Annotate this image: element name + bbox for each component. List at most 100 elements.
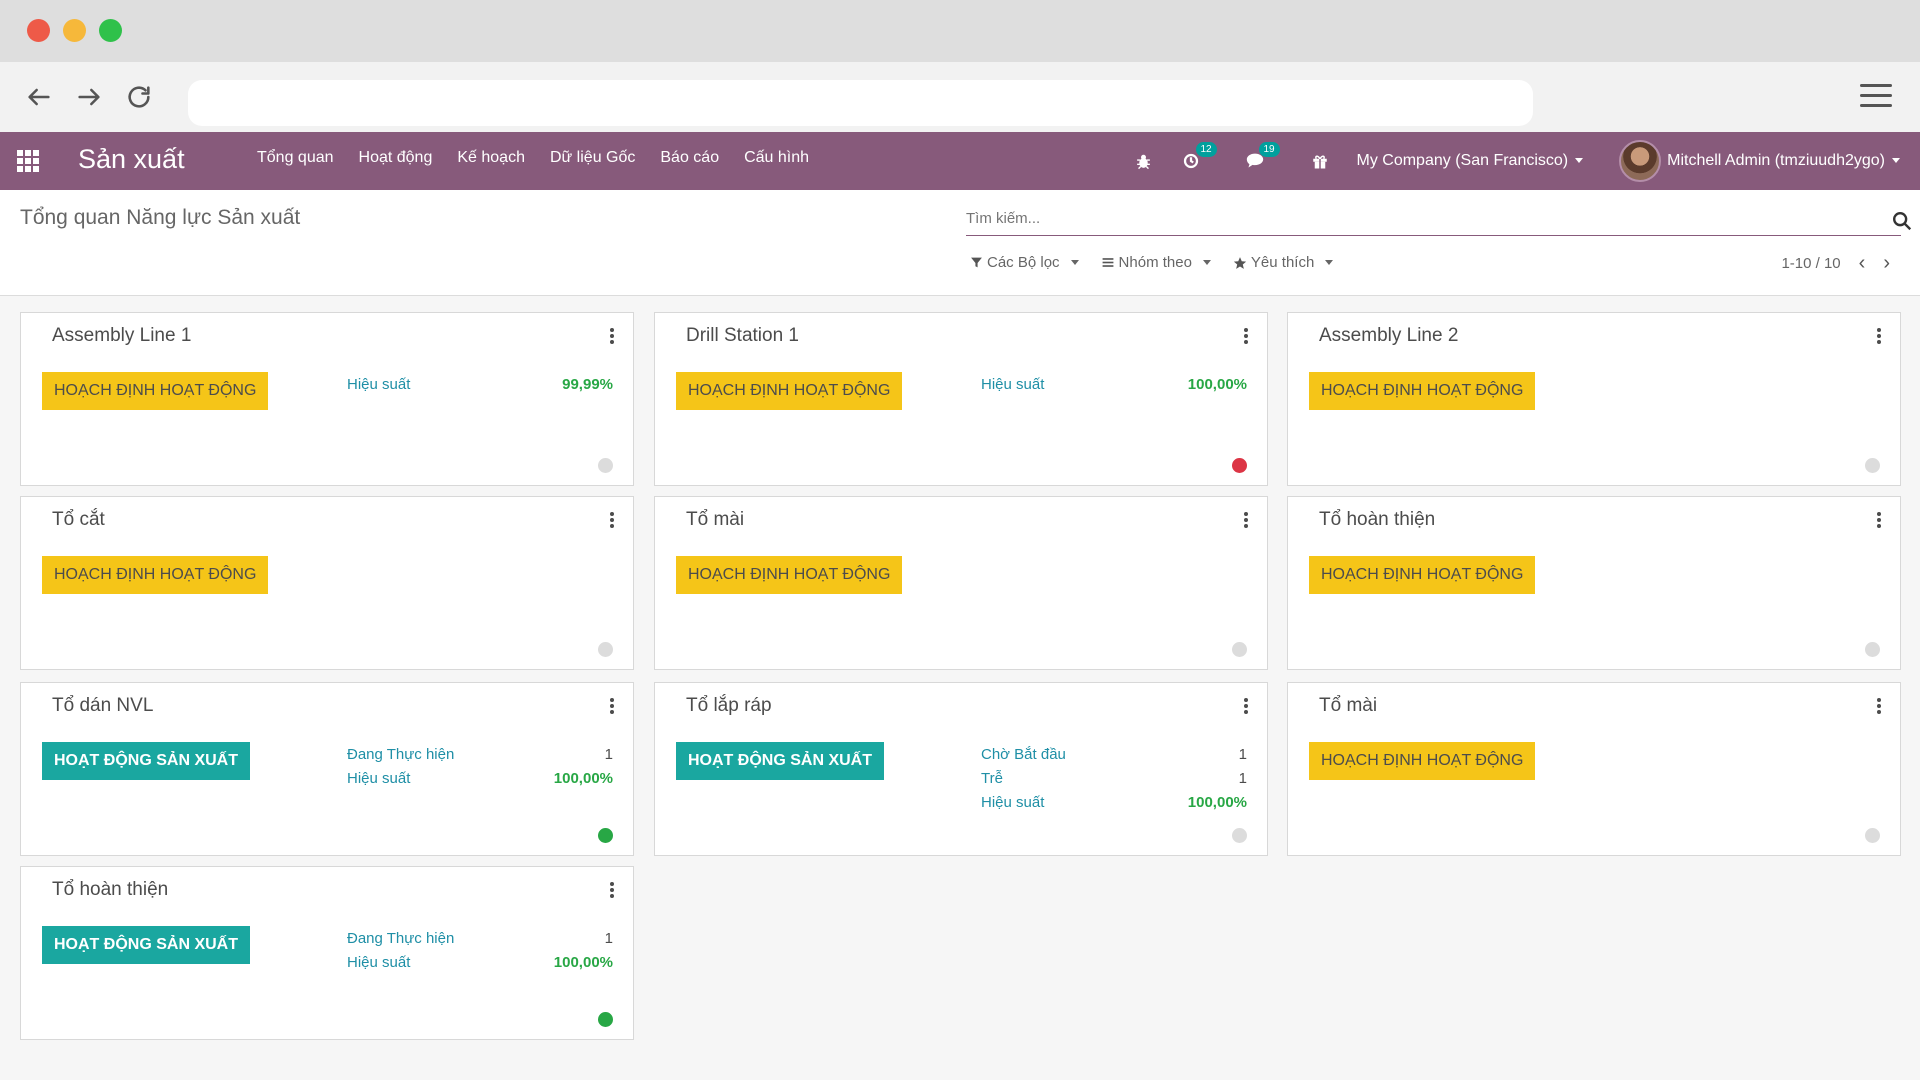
user-menu[interactable]: Mitchell Admin (tmziuudh2ygo) — [1667, 152, 1900, 170]
menu-item-reporting[interactable]: Báo cáo — [660, 149, 719, 167]
status-indicator[interactable] — [598, 1012, 613, 1027]
stat-row[interactable]: Hiệu suất 100,00% — [981, 373, 1247, 397]
group-by-dropdown[interactable]: Nhóm theo — [1101, 254, 1211, 271]
more-options-icon[interactable] — [1244, 698, 1248, 714]
workcenter-title[interactable]: Assembly Line 1 — [52, 325, 191, 347]
stat-row[interactable]: Hiệu suất 100,00% — [347, 951, 613, 975]
workcenter-title[interactable]: Tổ hoàn thiện — [1319, 509, 1435, 531]
more-options-icon[interactable] — [1244, 328, 1248, 344]
status-indicator[interactable] — [598, 642, 613, 657]
stat-row[interactable]: Trễ 1 — [981, 767, 1247, 791]
stat-label[interactable]: Hiệu suất — [981, 373, 1044, 397]
more-options-icon[interactable] — [610, 882, 614, 898]
minimize-window-button[interactable] — [63, 19, 86, 42]
stat-row[interactable]: Chờ Bắt đầu 1 — [981, 743, 1247, 767]
stat-label[interactable]: Hiệu suất — [347, 767, 410, 791]
messages-chat-icon[interactable]: 19 — [1245, 142, 1280, 170]
menu-item-operations[interactable]: Hoạt động — [359, 149, 433, 167]
stat-label[interactable]: Hiệu suất — [981, 791, 1044, 815]
production-activity-button[interactable]: HOẠT ĐỘNG SẢN XUẤT — [676, 742, 884, 780]
more-options-icon[interactable] — [1244, 512, 1248, 528]
more-options-icon[interactable] — [610, 698, 614, 714]
gift-icon[interactable] — [1311, 152, 1329, 170]
more-options-icon[interactable] — [1877, 328, 1881, 344]
plan-activity-button[interactable]: HOẠCH ĐỊNH HOẠT ĐỘNG — [676, 372, 903, 410]
plan-activity-button[interactable]: HOẠCH ĐỊNH HOẠT ĐỘNG — [1309, 556, 1536, 594]
chevron-down-icon — [1575, 158, 1584, 164]
stat-label[interactable]: Đang Thực hiện — [347, 743, 454, 767]
search-input[interactable] — [966, 210, 1866, 227]
forward-arrow-icon[interactable] — [71, 79, 107, 115]
plan-activity-button[interactable]: HOẠCH ĐỊNH HOẠT ĐỘNG — [676, 556, 903, 594]
workcenter-card[interactable]: Assembly Line 2 HOẠCH ĐỊNH HOẠT ĐỘNG — [1287, 312, 1901, 486]
production-activity-button[interactable]: HOẠT ĐỘNG SẢN XUẤT — [42, 742, 250, 780]
menu-item-configuration[interactable]: Cấu hình — [744, 149, 809, 167]
reload-icon[interactable] — [121, 79, 157, 115]
menu-item-master-data[interactable]: Dữ liệu Gốc — [550, 149, 635, 167]
status-indicator[interactable] — [1232, 642, 1247, 657]
workcenter-title[interactable]: Tổ mài — [686, 509, 744, 531]
stat-row[interactable]: Đang Thực hiện 1 — [347, 927, 613, 951]
pager-value[interactable]: 1-10 / 10 — [1781, 255, 1840, 272]
chevron-left-icon[interactable]: ‹ — [1859, 252, 1866, 275]
workcenter-card[interactable]: Assembly Line 1 HOẠCH ĐỊNH HOẠT ĐỘNG Hiệu … — [20, 312, 634, 486]
stat-label[interactable]: Trễ — [981, 767, 1003, 791]
status-indicator[interactable] — [1865, 828, 1880, 843]
workcenter-title[interactable]: Tổ hoàn thiện — [52, 879, 168, 901]
more-options-icon[interactable] — [610, 512, 614, 528]
workcenter-card[interactable]: Tổ hoàn thiện HOẠT ĐỘNG SẢN XUẤT Đang Thực… — [20, 866, 634, 1040]
status-indicator[interactable] — [1232, 458, 1247, 473]
workcenter-card[interactable]: Tổ mài HOẠCH ĐỊNH HOẠT ĐỘNG — [654, 496, 1268, 670]
plan-activity-button[interactable]: HOẠCH ĐỊNH HOẠT ĐỘNG — [42, 372, 269, 410]
status-indicator[interactable] — [1865, 458, 1880, 473]
app-title[interactable]: Sản xuất — [78, 144, 185, 175]
company-switcher[interactable]: My Company (San Francisco) — [1357, 152, 1584, 170]
stat-label[interactable]: Đang Thực hiện — [347, 927, 454, 951]
production-activity-button[interactable]: HOẠT ĐỘNG SẢN XUẤT — [42, 926, 250, 964]
menu-item-planning[interactable]: Kế hoạch — [457, 149, 525, 167]
plan-activity-button[interactable]: HOẠCH ĐỊNH HOẠT ĐỘNG — [1309, 742, 1536, 780]
stat-row[interactable]: Đang Thực hiện 1 — [347, 743, 613, 767]
maximize-window-button[interactable] — [99, 19, 122, 42]
workcenter-title[interactable]: Tổ lắp ráp — [686, 695, 772, 717]
workcenter-card[interactable]: Tổ cắt HOẠCH ĐỊNH HOẠT ĐỘNG — [20, 496, 634, 670]
bug-icon[interactable] — [1135, 153, 1152, 170]
workcenter-card[interactable]: Tổ hoàn thiện HOẠCH ĐỊNH HOẠT ĐỘNG — [1287, 496, 1901, 670]
back-arrow-icon[interactable] — [21, 79, 57, 115]
close-window-button[interactable] — [27, 19, 50, 42]
workcenter-title[interactable]: Tổ mài — [1319, 695, 1377, 717]
stat-row[interactable]: Hiệu suất 100,00% — [981, 791, 1247, 815]
workcenter-card[interactable]: Tổ mài HOẠCH ĐỊNH HOẠT ĐỘNG — [1287, 682, 1901, 856]
stat-label[interactable]: Hiệu suất — [347, 373, 410, 397]
favorites-dropdown[interactable]: Yêu thích — [1233, 254, 1334, 271]
stat-label[interactable]: Chờ Bắt đầu — [981, 743, 1066, 767]
workcenter-card[interactable]: Tổ dán NVL HOẠT ĐỘNG SẢN XUẤT Đang Thực hi… — [20, 682, 634, 856]
activity-clock-icon[interactable]: 12 — [1182, 142, 1217, 170]
browser-menu-icon[interactable] — [1860, 84, 1892, 112]
status-indicator[interactable] — [598, 458, 613, 473]
apps-grid-icon[interactable] — [17, 150, 39, 172]
status-indicator[interactable] — [1865, 642, 1880, 657]
more-options-icon[interactable] — [610, 328, 614, 344]
workcenter-title[interactable]: Tổ cắt — [52, 509, 105, 531]
status-indicator[interactable] — [598, 828, 613, 843]
address-bar[interactable] — [188, 80, 1533, 126]
filters-dropdown[interactable]: Các Bộ lọc — [970, 254, 1079, 271]
workcenter-card[interactable]: Drill Station 1 HOẠCH ĐỊNH HOẠT ĐỘNG Hiệu … — [654, 312, 1268, 486]
more-options-icon[interactable] — [1877, 698, 1881, 714]
workcenter-title[interactable]: Assembly Line 2 — [1319, 325, 1458, 347]
workcenter-card[interactable]: Tổ lắp ráp HOẠT ĐỘNG SẢN XUẤT Chờ Bắt đầu 1… — [654, 682, 1268, 856]
search-icon[interactable] — [1891, 210, 1913, 232]
stat-row[interactable]: Hiệu suất 99,99% — [347, 373, 613, 397]
stat-label[interactable]: Hiệu suất — [347, 951, 410, 975]
more-options-icon[interactable] — [1877, 512, 1881, 528]
chevron-right-icon[interactable]: › — [1883, 252, 1890, 275]
user-avatar[interactable] — [1619, 140, 1662, 182]
plan-activity-button[interactable]: HOẠCH ĐỊNH HOẠT ĐỘNG — [42, 556, 269, 594]
plan-activity-button[interactable]: HOẠCH ĐỊNH HOẠT ĐỘNG — [1309, 372, 1536, 410]
status-indicator[interactable] — [1232, 828, 1247, 843]
workcenter-title[interactable]: Tổ dán NVL — [52, 695, 153, 717]
stat-row[interactable]: Hiệu suất 100,00% — [347, 767, 613, 791]
workcenter-title[interactable]: Drill Station 1 — [686, 325, 799, 347]
menu-item-overview[interactable]: Tổng quan — [257, 149, 334, 167]
